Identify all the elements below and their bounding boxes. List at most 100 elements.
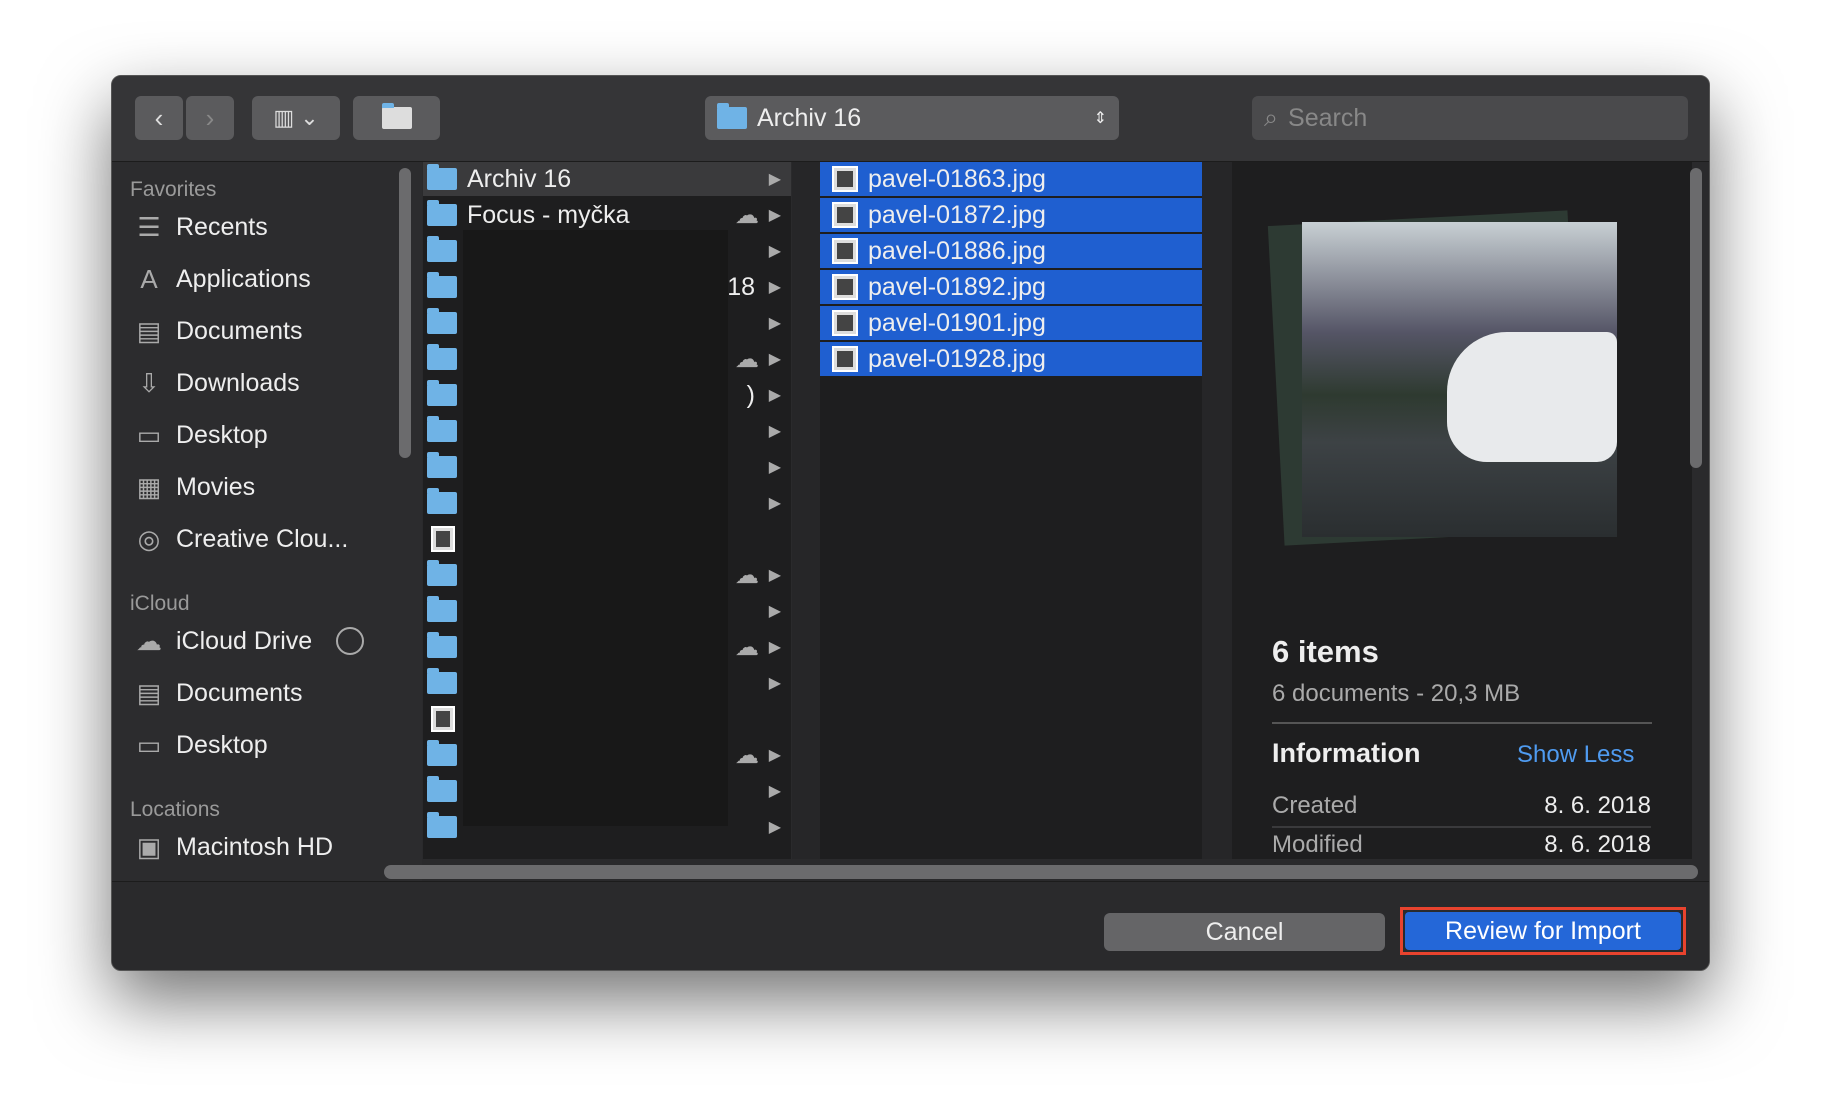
- show-less-link[interactable]: Show Less: [1517, 741, 1634, 769]
- file-row[interactable]: pavel-01872.jpg: [820, 198, 1202, 232]
- sidebar-item-downloads[interactable]: ⇩ Downloads: [132, 368, 300, 398]
- sidebar-item-label: Creative Clou...: [176, 524, 349, 553]
- updown-chevron-icon: ⇕: [1093, 110, 1107, 127]
- cloud-download-icon[interactable]: ☁: [735, 741, 759, 770]
- column-divider: [1202, 162, 1232, 859]
- preview-scrollbar[interactable]: [1690, 168, 1702, 468]
- horizontal-scrollbar[interactable]: [384, 865, 1698, 879]
- divider: [1272, 722, 1652, 724]
- sidebar-item-recents[interactable]: ☰ Recents: [132, 212, 267, 242]
- disclosure-arrow-icon: ▶: [768, 315, 781, 332]
- sidebar-item-documents[interactable]: ▤ Documents: [132, 316, 303, 346]
- disclosure-arrow-icon: ▶: [768, 603, 781, 620]
- divider: [1272, 826, 1651, 828]
- file-row[interactable]: pavel-01886.jpg: [820, 234, 1202, 268]
- search-placeholder: Search: [1288, 103, 1368, 132]
- folder-icon: [427, 164, 457, 190]
- cloud-download-icon[interactable]: ☁: [735, 201, 759, 230]
- sidebar-item-desktop[interactable]: ▭ Desktop: [132, 730, 268, 760]
- sidebar-item-movies[interactable]: ▦ Movies: [132, 472, 255, 502]
- folder-name: Archiv 16: [467, 164, 572, 193]
- image-thumbnail-icon: [832, 274, 858, 300]
- sidebar-item-icloud-drive[interactable]: ☁ iCloud Drive: [132, 626, 365, 656]
- folder-icon: [427, 236, 457, 262]
- image-thumbnail-icon: [832, 202, 858, 228]
- new-folder-icon: [381, 103, 412, 129]
- review-for-import-button[interactable]: Review for Import: [1405, 912, 1681, 950]
- file-row[interactable]: pavel-01901.jpg: [820, 306, 1202, 340]
- disclosure-arrow-icon: ▶: [768, 279, 781, 296]
- sidebar-scrollbar[interactable]: [399, 168, 411, 458]
- cloud-download-icon[interactable]: ☁: [735, 561, 759, 590]
- new-folder-button[interactable]: [353, 96, 440, 140]
- image-thumbnail-icon: [832, 238, 858, 264]
- recents-icon: ☰: [137, 212, 161, 242]
- folder-icon: [427, 776, 457, 802]
- sidebar-item-label: Desktop: [176, 730, 268, 759]
- image-thumbnail-icon: [832, 166, 858, 192]
- column-files: pavel-01863.jpg pavel-01872.jpg pavel-0188…: [820, 162, 1202, 859]
- view-mode-button[interactable]: ▥ ⌄: [252, 96, 340, 140]
- image-thumbnail-icon: [832, 346, 858, 372]
- macintosh-hd-icon: ▣: [136, 832, 162, 862]
- file-name: pavel-01872.jpg: [868, 200, 1046, 229]
- modified-label: Modified: [1272, 831, 1363, 858]
- disclosure-arrow-icon: ▶: [768, 207, 781, 224]
- toolbar: ‹ › ▥ ⌄ Archiv 16 ⇕ ⌕ Search: [112, 76, 1709, 162]
- path-label: Archiv 16: [757, 103, 862, 132]
- modified-value: 8. 6. 2018: [1544, 831, 1651, 858]
- sidebar-item-documents[interactable]: ▤ Documents: [132, 678, 303, 708]
- preview-title: 6 items: [1272, 634, 1379, 669]
- back-button[interactable]: ‹: [135, 96, 183, 140]
- folder-icon: [427, 200, 457, 226]
- sidebar-item-desktop[interactable]: ▭ Desktop: [132, 420, 268, 450]
- redacted-area: [463, 230, 728, 826]
- column-divider: [792, 162, 820, 859]
- sidebar-section-favorites_label: Favorites: [130, 178, 217, 201]
- disclosure-arrow-icon: ▶: [768, 783, 781, 800]
- sidebar-section-locations_label: Locations: [130, 798, 220, 821]
- sidebar-item-applications[interactable]: A Applications: [132, 264, 311, 294]
- folder-row[interactable]: Archiv 16 ▶: [423, 162, 791, 196]
- cloud-download-icon[interactable]: ☁: [735, 633, 759, 662]
- forward-button[interactable]: ›: [186, 96, 234, 140]
- file-name: pavel-01863.jpg: [868, 164, 1046, 193]
- disclosure-arrow-icon: ▶: [768, 495, 781, 512]
- folder-icon: [717, 103, 747, 129]
- image-thumbnail-icon: [431, 706, 455, 732]
- folder-row[interactable]: Focus - myčka ☁ ▶: [423, 198, 791, 232]
- documents-icon: ▤: [136, 678, 162, 708]
- open-dialog: ‹ › ▥ ⌄ Archiv 16 ⇕ ⌕ Search Favorites ☰ Rec…: [111, 75, 1710, 971]
- created-value: 8. 6. 2018: [1544, 792, 1651, 819]
- sidebar-item-label: Movies: [176, 472, 256, 501]
- search-icon: ⌕: [1264, 103, 1279, 132]
- preview-image: [1302, 222, 1617, 537]
- path-popup[interactable]: Archiv 16 ⇕: [705, 96, 1119, 140]
- folder-icon: [427, 380, 457, 406]
- sidebar-item-label: Applications: [176, 264, 311, 293]
- sidebar-item-label: Documents: [176, 316, 303, 345]
- search-field[interactable]: ⌕ Search: [1252, 96, 1688, 140]
- disclosure-arrow-icon: ▶: [768, 819, 781, 836]
- sidebar-item-label: Documents: [176, 678, 303, 707]
- file-row[interactable]: pavel-01892.jpg: [820, 270, 1202, 304]
- file-row[interactable]: pavel-01928.jpg: [820, 342, 1202, 376]
- file-row[interactable]: pavel-01863.jpg: [820, 162, 1202, 196]
- folder-icon: [427, 344, 457, 370]
- cloud-download-icon[interactable]: ☁: [735, 345, 759, 374]
- folder-icon: [427, 668, 457, 694]
- sidebar-item-creative-clou[interactable]: ◎ Creative Clou...: [132, 524, 349, 554]
- applications-icon: A: [140, 264, 158, 294]
- file-name: pavel-01901.jpg: [868, 308, 1046, 337]
- folder-icon: [427, 488, 457, 514]
- sidebar-item-macintosh-hd[interactable]: ▣ Macintosh HD: [132, 832, 333, 862]
- folder-icon: [427, 740, 457, 766]
- folder-icon: [427, 416, 457, 442]
- icloud-drive-icon: ☁: [136, 626, 162, 656]
- image-thumbnail-icon: [431, 526, 455, 552]
- review-for-import-button-frame[interactable]: Review for Import: [1400, 907, 1686, 955]
- disclosure-arrow-icon: ▶: [768, 387, 781, 404]
- sidebar-item-label: Macintosh HD: [176, 832, 333, 861]
- downloads-icon: ⇩: [138, 368, 160, 398]
- cancel-button[interactable]: Cancel: [1104, 913, 1385, 951]
